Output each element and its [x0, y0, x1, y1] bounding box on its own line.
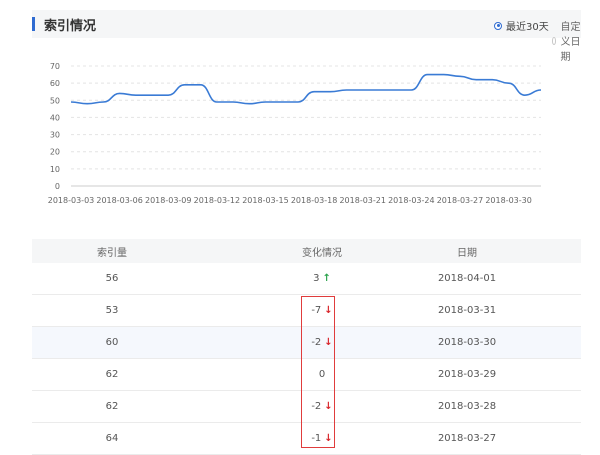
arrow-up-icon: ↑: [322, 273, 331, 284]
data-point[interactable]: [344, 87, 350, 93]
cell-count: 56: [105, 273, 119, 284]
cell-date: 2018-03-28: [437, 401, 497, 412]
data-point[interactable]: [133, 92, 139, 98]
x-tick-label: 2018-03-09: [145, 196, 192, 205]
x-tick-label: 2018-03-15: [242, 196, 289, 205]
data-point[interactable]: [68, 99, 74, 105]
cell-count: 53: [105, 305, 119, 316]
data-point[interactable]: [506, 80, 512, 86]
data-point[interactable]: [84, 101, 90, 107]
data-point[interactable]: [538, 87, 544, 93]
data-point[interactable]: [165, 92, 171, 98]
radio-recent-30-days[interactable]: 最近30天: [494, 18, 549, 33]
y-tick-label: 70: [50, 62, 60, 71]
cell-date: 2018-04-01: [437, 273, 497, 284]
data-point[interactable]: [262, 99, 268, 105]
data-point[interactable]: [457, 73, 463, 79]
data-point[interactable]: [100, 99, 106, 105]
x-tick-label: 2018-03-12: [194, 196, 241, 205]
radio-unselected-icon: [552, 36, 557, 45]
x-tick-label: 2018-03-24: [388, 196, 435, 205]
y-tick-label: 40: [50, 113, 60, 122]
cell-date: 2018-03-30: [437, 337, 497, 348]
index-line-chart: 0102030405060702018-03-03 2018-03-06 2018-…: [48, 62, 544, 205]
section-header: 索引情况 最近30天 自定义日期: [32, 10, 581, 63]
y-tick-label: 20: [50, 148, 60, 157]
data-point[interactable]: [522, 92, 528, 98]
data-point[interactable]: [392, 87, 398, 93]
x-tick-label: 2018-03-03: [48, 196, 95, 205]
change-value: 3: [313, 273, 320, 284]
cell-count: 62: [105, 401, 119, 412]
change-highlight-box: [301, 296, 335, 448]
cell-date: 2018-03-27: [437, 433, 497, 444]
y-tick-label: 30: [50, 131, 60, 140]
data-point[interactable]: [149, 92, 155, 98]
section-title: 索引情况: [44, 19, 97, 34]
y-tick-label: 50: [50, 96, 60, 105]
data-point[interactable]: [117, 90, 123, 96]
data-point[interactable]: [230, 99, 236, 105]
x-tick-label: 2018-03-27: [437, 196, 484, 205]
data-point[interactable]: [376, 87, 382, 93]
cell-date: 2018-03-29: [437, 369, 497, 380]
data-point[interactable]: [246, 101, 252, 107]
radio-selected-icon: [494, 21, 502, 30]
data-point[interactable]: [279, 99, 285, 105]
x-tick-label: 2018-03-21: [339, 196, 386, 205]
data-point[interactable]: [327, 89, 333, 95]
cell-count: 64: [105, 433, 119, 444]
y-tick-label: 0: [55, 182, 60, 191]
data-point[interactable]: [214, 99, 220, 105]
data-point[interactable]: [441, 72, 447, 78]
header-count: 索引量: [97, 247, 127, 259]
data-point[interactable]: [198, 82, 204, 88]
radio-recent-label: 最近30天: [506, 22, 549, 33]
y-tick-label: 60: [50, 79, 60, 88]
cell-count: 60: [105, 337, 119, 348]
cell-date: 2018-03-31: [437, 305, 497, 316]
x-tick-label: 2018-03-30: [485, 196, 532, 205]
data-point[interactable]: [473, 77, 479, 83]
series-line: [70, 73, 542, 105]
header-accent-bar: [32, 17, 35, 31]
y-tick-label: 10: [50, 165, 60, 174]
data-point[interactable]: [181, 82, 187, 88]
header-date: 日期: [457, 247, 477, 259]
data-point[interactable]: [489, 77, 495, 83]
cell-count: 62: [105, 369, 119, 380]
x-tick-label: 2018-03-18: [291, 196, 338, 205]
data-point[interactable]: [425, 72, 431, 78]
data-point[interactable]: [408, 87, 414, 93]
x-tick-label: 2018-03-06: [96, 196, 143, 205]
table-row: 56 3 ↑ 2018-04-01: [32, 263, 581, 295]
table-header: 索引量 变化情况 日期: [32, 239, 581, 263]
data-point[interactable]: [360, 87, 366, 93]
data-point[interactable]: [311, 89, 317, 95]
data-point[interactable]: [295, 99, 301, 105]
